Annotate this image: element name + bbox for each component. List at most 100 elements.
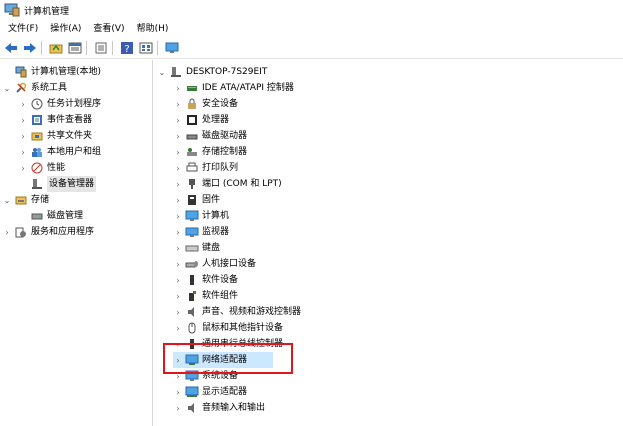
- device-category-display-adapters[interactable]: › 显示适配器: [173, 384, 247, 400]
- chevron-right-icon[interactable]: ›: [173, 384, 183, 400]
- properties-icon[interactable]: [67, 40, 83, 56]
- chevron-right-icon[interactable]: ›: [173, 144, 183, 160]
- chevron-down-icon[interactable]: ⌄: [157, 64, 167, 80]
- window-title: 计算机管理: [24, 6, 70, 17]
- tree-item-local-users-groups[interactable]: › 本地用户和组: [18, 144, 101, 160]
- tree-item-task-scheduler[interactable]: › 任务计划程序: [18, 96, 101, 112]
- port-icon: [185, 177, 199, 191]
- chevron-right-icon[interactable]: ›: [173, 176, 183, 192]
- monitor-icon: [185, 225, 199, 239]
- device-category-disk-drives[interactable]: › 磁盘驱动器: [173, 128, 247, 144]
- cpu-icon: [185, 113, 199, 127]
- chevron-right-icon[interactable]: ›: [173, 112, 183, 128]
- toolbar-separator: [112, 41, 113, 55]
- software-device-icon: [185, 273, 199, 287]
- chevron-right-icon[interactable]: ›: [18, 96, 28, 112]
- left-navigation-pane: 计算机管理(本地) ⌄ 系统工具 › 任务计划程序 › 事件查看器 › 共享文件…: [0, 60, 153, 426]
- tree-item-computer-management[interactable]: 计算机管理(本地): [2, 64, 101, 80]
- computer-icon: [185, 209, 199, 223]
- menu-action[interactable]: 操作(A): [46, 20, 85, 38]
- chevron-right-icon[interactable]: ›: [18, 128, 28, 144]
- firmware-icon: [185, 193, 199, 207]
- device-category-keyboards[interactable]: › 键盘: [173, 240, 220, 256]
- chevron-right-icon[interactable]: ›: [18, 160, 28, 176]
- up-folder-icon[interactable]: [48, 40, 64, 56]
- export-list-icon[interactable]: [93, 40, 109, 56]
- device-category-mice[interactable]: › 鼠标和其他指针设备: [173, 320, 283, 336]
- disk-management-icon: [30, 209, 44, 223]
- mouse-icon: [185, 321, 199, 335]
- tree-item-event-viewer[interactable]: › 事件查看器: [18, 112, 92, 128]
- menu-view[interactable]: 查看(V): [89, 20, 128, 38]
- chevron-right-icon[interactable]: ›: [173, 304, 183, 320]
- chevron-right-icon[interactable]: ›: [173, 224, 183, 240]
- tree-item-disk-management[interactable]: 磁盘管理: [18, 208, 83, 224]
- back-arrow-icon[interactable]: [3, 40, 19, 56]
- device-category-processor[interactable]: › 处理器: [173, 112, 229, 128]
- speaker-icon: [185, 305, 199, 319]
- toolbar-separator: [41, 41, 42, 55]
- computer-root-icon: [169, 65, 183, 79]
- tree-item-system-tools[interactable]: ⌄ 系统工具: [2, 80, 67, 96]
- device-category-computer[interactable]: › 计算机: [173, 208, 229, 224]
- audio-io-icon: [185, 401, 199, 415]
- chevron-down-icon[interactable]: ⌄: [2, 80, 12, 96]
- device-category-storage-controllers[interactable]: › 存储控制器: [173, 144, 247, 160]
- device-category-monitors[interactable]: › 监视器: [173, 224, 229, 240]
- disk-drive-icon: [185, 129, 199, 143]
- chevron-right-icon[interactable]: ›: [18, 112, 28, 128]
- device-category-firmware[interactable]: › 固件: [173, 192, 220, 208]
- tree-item-device-manager[interactable]: 设备管理器: [18, 176, 97, 192]
- event-viewer-icon: [30, 113, 44, 127]
- device-category-print-queues[interactable]: › 打印队列: [173, 160, 238, 176]
- chevron-right-icon[interactable]: ›: [173, 320, 183, 336]
- chevron-right-icon[interactable]: ›: [173, 240, 183, 256]
- clock-icon: [30, 97, 44, 111]
- monitor-icon[interactable]: [164, 40, 180, 56]
- chevron-right-icon[interactable]: ›: [173, 128, 183, 144]
- chevron-right-icon[interactable]: ›: [173, 160, 183, 176]
- chevron-right-icon[interactable]: ›: [173, 288, 183, 304]
- keyboard-icon: [185, 241, 199, 255]
- chevron-right-icon[interactable]: ›: [18, 144, 28, 160]
- display-adapter-icon: [185, 385, 199, 399]
- chevron-right-icon[interactable]: ›: [173, 208, 183, 224]
- toolbar: ?: [0, 38, 623, 59]
- device-category-ports[interactable]: › 端口 (COM 和 LPT): [173, 176, 282, 192]
- chevron-right-icon[interactable]: ›: [173, 80, 183, 96]
- chevron-right-icon[interactable]: ›: [173, 192, 183, 208]
- services-icon: [14, 225, 28, 239]
- forward-arrow-icon[interactable]: [22, 40, 38, 56]
- device-category-hid[interactable]: › 人机接口设备: [173, 256, 256, 272]
- software-component-icon: [185, 289, 199, 303]
- toolbar-separator: [157, 41, 158, 55]
- tree-item-performance[interactable]: › 性能: [18, 160, 65, 176]
- tools-icon: [14, 81, 28, 95]
- device-category-ide[interactable]: › IDE ATA/ATAPI 控制器: [173, 80, 294, 96]
- chevron-right-icon[interactable]: ›: [173, 272, 183, 288]
- title-bar: 计算机管理: [0, 0, 623, 20]
- device-category-software-devices[interactable]: › 软件设备: [173, 272, 238, 288]
- tree-item-shared-folders[interactable]: › 共享文件夹: [18, 128, 92, 144]
- list-view-icon[interactable]: [138, 40, 154, 56]
- help-icon[interactable]: ?: [119, 40, 135, 56]
- chevron-right-icon[interactable]: ›: [173, 96, 183, 112]
- chevron-down-icon[interactable]: ⌄: [2, 192, 12, 208]
- device-category-sound-video-game[interactable]: › 声音、视频和游戏控制器: [173, 304, 301, 320]
- device-category-audio-io[interactable]: › 音频输入和输出: [173, 400, 265, 416]
- tree-item-desktop-root[interactable]: ⌄ DESKTOP-7S29EIT: [157, 64, 267, 80]
- ide-controller-icon: [185, 81, 199, 95]
- highlight-annotation-box: [163, 343, 293, 374]
- tree-item-storage[interactable]: ⌄ 存储: [2, 192, 49, 208]
- chevron-right-icon[interactable]: ›: [173, 400, 183, 416]
- chevron-right-icon[interactable]: ›: [2, 224, 12, 240]
- chevron-right-icon[interactable]: ›: [173, 256, 183, 272]
- hid-icon: [185, 257, 199, 271]
- tree-item-services-applications[interactable]: › 服务和应用程序: [2, 224, 94, 240]
- menu-file[interactable]: 文件(F): [4, 20, 42, 38]
- performance-icon: [30, 161, 44, 175]
- device-category-security[interactable]: › 安全设备: [173, 96, 238, 112]
- device-category-software-components[interactable]: › 软件组件: [173, 288, 238, 304]
- menu-help[interactable]: 帮助(H): [133, 20, 173, 38]
- storage-icon: [14, 193, 28, 207]
